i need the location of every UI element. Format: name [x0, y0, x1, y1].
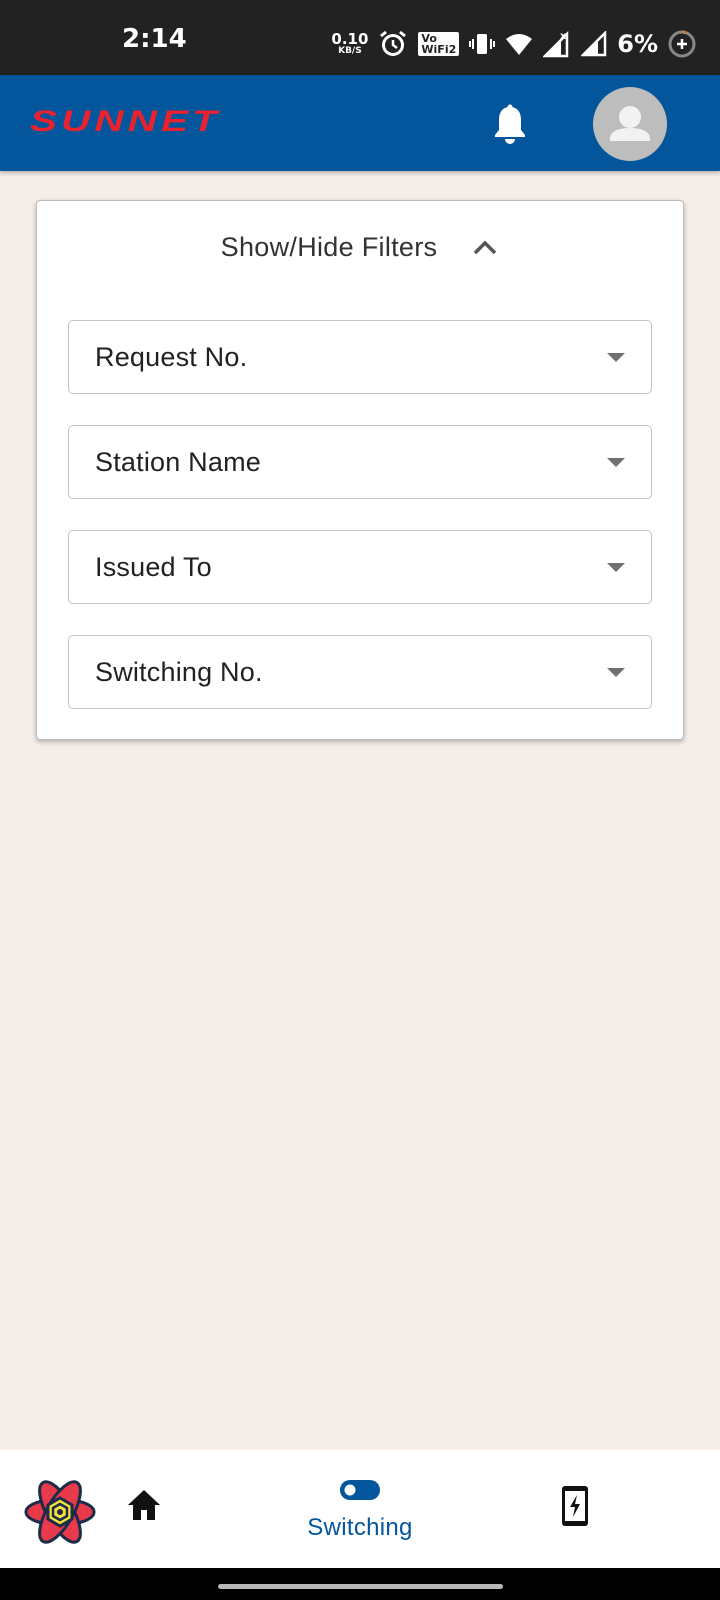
- signal-x-icon: x: [543, 30, 569, 58]
- app-bar: SUNNET: [0, 75, 720, 171]
- filters-toggle-label: Show/Hide Filters: [220, 231, 438, 262]
- nav-item-switching[interactable]: Switching: [290, 1480, 430, 1550]
- alarm-icon: [380, 30, 407, 56]
- chevron-up-icon: [474, 240, 497, 255]
- show-hide-filters-toggle[interactable]: Show/Hide Filters: [37, 219, 683, 275]
- status-icons: 0.10 KB/S Vo WiFi2 x 6%: [331, 26, 696, 62]
- status-bar: 2:14 0.10 KB/S Vo WiFi2 x 6%: [0, 0, 720, 75]
- mobile-power-icon[interactable]: [561, 1485, 589, 1527]
- react-logo-icon[interactable]: [22, 1478, 98, 1546]
- wifi-icon: [506, 34, 533, 55]
- sunnet-logo: SUNNET: [30, 105, 221, 138]
- dropdown-label: Station Name: [95, 446, 261, 477]
- home-icon[interactable]: [126, 1488, 162, 1522]
- gesture-handle[interactable]: [218, 1584, 503, 1589]
- network-speed-value: 0.10: [331, 30, 369, 48]
- bottom-navigation: Switching: [0, 1450, 720, 1568]
- filters-card: Show/Hide Filters Request No. Station Na…: [36, 200, 684, 740]
- caret-down-icon: [607, 562, 625, 572]
- dropdown-label: Switching No.: [95, 656, 263, 687]
- vibrate-icon: [469, 34, 496, 54]
- issued-to-dropdown[interactable]: Issued To: [68, 530, 652, 604]
- gesture-bar: [0, 1568, 720, 1600]
- vowifi-line2: WiFi2: [421, 43, 457, 56]
- caret-down-icon: [607, 667, 625, 677]
- status-time: 2:14: [122, 24, 187, 54]
- caret-down-icon: [607, 352, 625, 362]
- bell-icon[interactable]: [490, 103, 530, 145]
- user-avatar[interactable]: [593, 87, 667, 161]
- dropdown-label: Issued To: [95, 551, 212, 582]
- svg-text:x: x: [560, 31, 567, 42]
- station-name-dropdown[interactable]: Station Name: [68, 425, 652, 499]
- vowifi-icon: Vo WiFi2: [418, 32, 460, 56]
- nav-label-switching: Switching: [307, 1514, 413, 1541]
- switching-no-dropdown[interactable]: Switching No.: [68, 635, 652, 709]
- caret-down-icon: [607, 457, 625, 467]
- user-avatar-icon: [610, 106, 650, 141]
- toggle-switch-icon: [340, 1480, 380, 1500]
- battery-saver-icon: [668, 30, 696, 58]
- network-speed: 0.10 KB/S: [331, 32, 368, 56]
- request-no-dropdown[interactable]: Request No.: [68, 320, 652, 394]
- signal-icon: [581, 31, 607, 57]
- dropdown-label: Request No.: [95, 341, 248, 372]
- battery-percent: 6%: [617, 30, 658, 58]
- network-speed-unit: KB/S: [338, 46, 362, 56]
